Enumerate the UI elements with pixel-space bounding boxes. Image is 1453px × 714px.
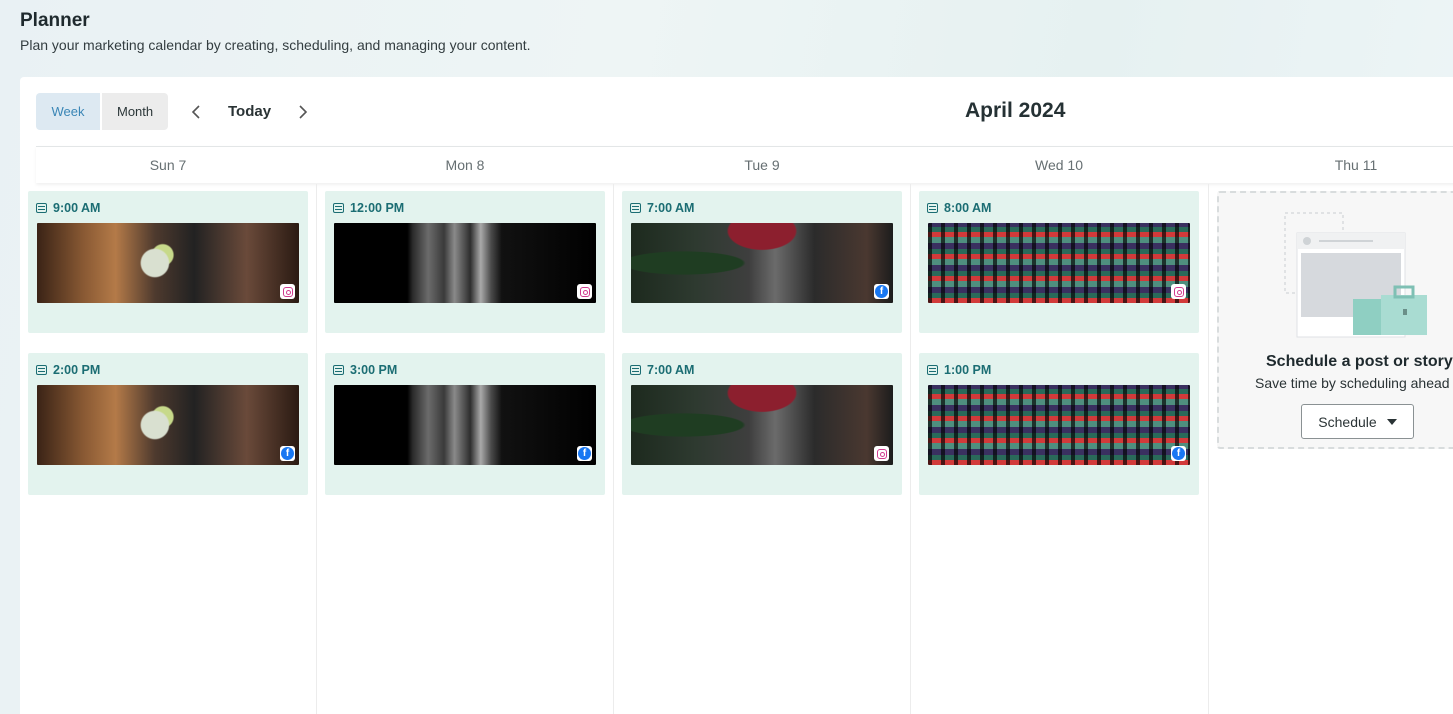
column-divider <box>316 184 317 714</box>
post-time: 9:00 AM <box>53 201 101 215</box>
schedule-button[interactable]: Schedule <box>1301 404 1414 439</box>
post-icon <box>333 365 344 375</box>
chevron-left-icon <box>191 104 200 119</box>
empty-state-title: Schedule a post or story <box>1266 353 1453 370</box>
post-thumbnail <box>631 385 893 465</box>
previous-week-button[interactable] <box>178 94 214 130</box>
day-header-thu: Thu 11 <box>1334 157 1378 173</box>
post-icon <box>927 365 938 375</box>
post-thumbnail <box>928 223 1190 303</box>
instagram-icon <box>874 446 889 461</box>
instagram-icon <box>577 284 592 299</box>
column-divider <box>1208 184 1209 714</box>
month-view-button[interactable]: Month <box>102 93 168 130</box>
facebook-icon: f <box>577 446 592 461</box>
view-toggle: Week Month <box>36 93 168 130</box>
post-thumbnail: f <box>37 385 299 465</box>
schedule-button-label: Schedule <box>1318 413 1377 430</box>
today-button[interactable]: Today <box>214 94 285 130</box>
scheduled-post[interactable]: 7:00 AM <box>622 353 902 495</box>
post-time: 12:00 PM <box>350 201 405 215</box>
caret-down-icon <box>1386 418 1397 425</box>
post-thumbnail <box>37 223 299 303</box>
post-thumbnail: f <box>334 385 596 465</box>
post-time: 8:00 AM <box>944 201 992 215</box>
post-time: 1:00 PM <box>944 363 992 377</box>
empty-state-description: Save time by scheduling ahead <box>1255 375 1450 391</box>
post-icon <box>630 365 641 375</box>
instagram-icon <box>1171 284 1186 299</box>
post-icon <box>36 365 47 375</box>
post-icon <box>333 203 344 213</box>
chevron-right-icon <box>299 104 308 119</box>
facebook-icon: f <box>874 284 889 299</box>
scheduled-post[interactable]: 3:00 PM f <box>325 353 605 495</box>
scheduled-post[interactable]: 2:00 PM f <box>28 353 308 495</box>
day-header-tue: Tue 9 <box>744 157 780 173</box>
schedule-empty-state: Schedule a post or story Save time by sc… <box>1217 191 1453 449</box>
scheduled-post[interactable]: 8:00 AM <box>919 191 1199 333</box>
column-divider <box>613 184 614 714</box>
page-subtitle: Plan your marketing calendar by creating… <box>20 37 531 53</box>
next-week-button[interactable] <box>285 94 321 130</box>
day-header-row: Sun 7 Mon 8 Tue 9 Wed 10 Thu 11 <box>36 146 1453 183</box>
page-header: Planner Plan your marketing calendar by … <box>20 10 531 53</box>
day-header-sun: Sun 7 <box>149 157 187 173</box>
day-header-wed: Wed 10 <box>1035 157 1083 173</box>
post-time: 7:00 AM <box>647 363 695 377</box>
post-icon <box>36 203 47 213</box>
planner-calendar: Week Month Today April 2024 Sun 7 Mon 8 … <box>20 77 1453 714</box>
scheduled-post[interactable]: 12:00 PM <box>325 191 605 333</box>
scheduled-post[interactable]: 1:00 PM f <box>919 353 1199 495</box>
post-time: 3:00 PM <box>350 363 398 377</box>
facebook-icon: f <box>1171 446 1186 461</box>
post-icon <box>927 203 938 213</box>
week-view-button[interactable]: Week <box>36 93 100 130</box>
post-thumbnail: f <box>928 385 1190 465</box>
month-title: April 2024 <box>965 99 1066 122</box>
post-time: 7:00 AM <box>647 201 695 215</box>
day-header-mon: Mon 8 <box>445 157 485 173</box>
column-divider <box>910 184 911 714</box>
calendar-toolbar: Week Month Today <box>36 93 321 130</box>
post-time: 2:00 PM <box>53 363 101 377</box>
post-icon <box>630 203 641 213</box>
scheduled-post[interactable]: 7:00 AM f <box>622 191 902 333</box>
post-thumbnail: f <box>631 223 893 303</box>
instagram-icon <box>280 284 295 299</box>
calendar-illustration-icon <box>1284 212 1427 338</box>
post-thumbnail <box>334 223 596 303</box>
scheduled-post[interactable]: 9:00 AM <box>28 191 308 333</box>
facebook-icon: f <box>280 446 295 461</box>
page-title: Planner <box>20 10 90 31</box>
